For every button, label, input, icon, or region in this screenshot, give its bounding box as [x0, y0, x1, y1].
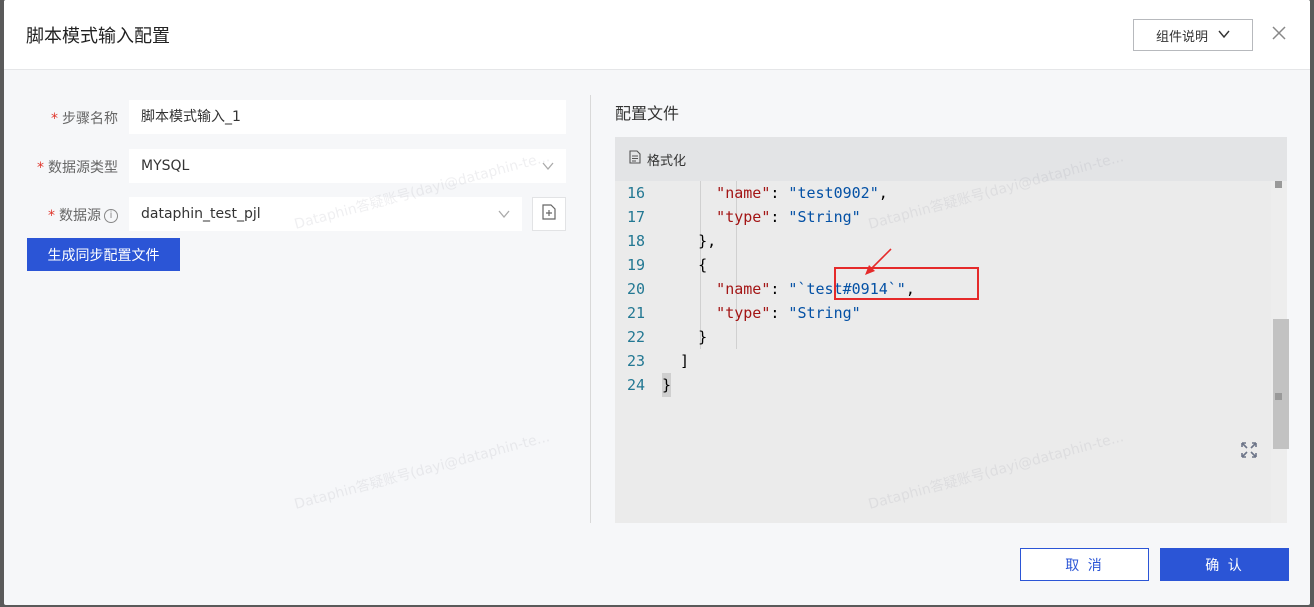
dialog-header: 脚本模式输入配置 组件说明 — [4, 0, 1310, 70]
datasource-type-label: * 数据源类型 — [37, 160, 118, 176]
code-editor[interactable]: 格式化 16 "name": "test0902", 17 "type": "Stri… — [615, 137, 1289, 523]
confirm-button[interactable]: 确 认 — [1160, 548, 1289, 581]
annotation-arrow — [865, 248, 892, 275]
chevron-down-icon — [542, 149, 554, 183]
datasource-select[interactable]: dataphin_test_pjl — [129, 197, 522, 231]
step-name-input[interactable]: 脚本模式输入_1 — [129, 100, 566, 134]
file-add-icon — [542, 204, 556, 224]
generate-config-button[interactable]: 生成同步配置文件 — [27, 238, 180, 271]
step-name-label: * 步骤名称 — [51, 111, 118, 127]
datasource-value: dataphin_test_pjl — [141, 206, 261, 222]
add-datasource-button[interactable] — [532, 197, 566, 231]
dialog: 脚本模式输入配置 组件说明 * 步骤名称 脚本模式输入_1 * 数据源类型 MYSQ… — [4, 0, 1310, 605]
chevron-down-icon — [1218, 28, 1230, 43]
chevron-down-icon — [498, 197, 510, 231]
config-title: 配置文件 — [615, 104, 680, 123]
datasource-type-select[interactable]: MYSQL — [129, 149, 566, 183]
watermark: Dataphin答疑账号(dayi@dataphin-te... — [292, 429, 552, 513]
component-doc-button[interactable]: 组件说明 — [1133, 19, 1253, 51]
component-doc-label: 组件说明 — [1155, 29, 1208, 45]
datasource-type-value: MYSQL — [141, 158, 190, 174]
close-icon[interactable] — [1266, 20, 1292, 46]
datasource-label: * 数据源 i — [24, 205, 118, 225]
info-icon[interactable]: i — [104, 209, 118, 223]
divider — [590, 95, 591, 523]
dialog-title: 脚本模式输入配置 — [26, 26, 170, 47]
cancel-button[interactable]: 取 消 — [1020, 548, 1149, 581]
annotation-highlight-box — [834, 267, 979, 300]
